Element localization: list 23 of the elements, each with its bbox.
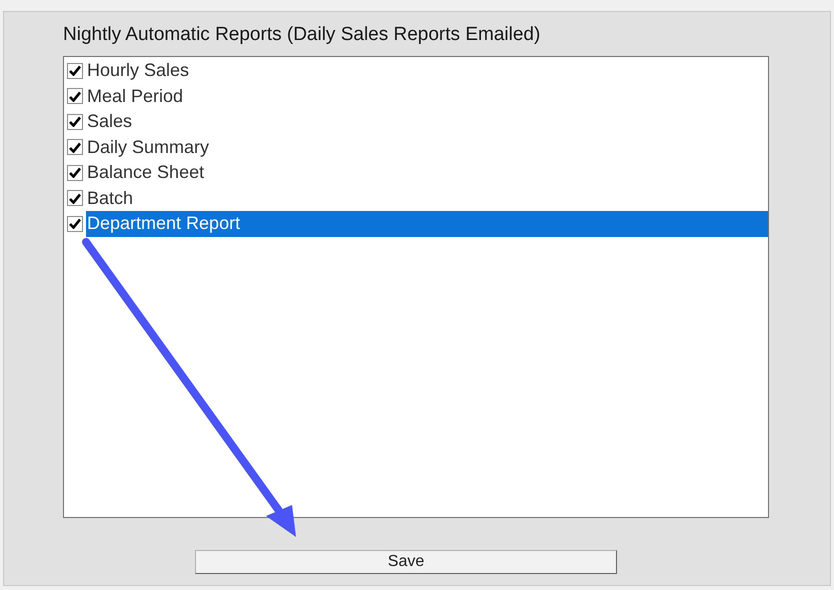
report-checkbox[interactable] [67,164,83,181]
report-item[interactable]: Sales [86,109,768,134]
report-item[interactable]: Daily Summary [86,134,768,160]
report-item[interactable]: Hourly Sales [86,58,768,84]
report-item[interactable]: Meal Period [86,84,768,109]
save-button[interactable]: Save [195,550,617,574]
checkmark-icon [69,218,81,230]
checkmark-icon [69,167,81,178]
report-checkbox[interactable] [67,114,83,130]
checkmark-icon [69,90,81,102]
checkmark-icon [69,65,81,76]
checkmark-icon [69,142,81,153]
report-checkbox[interactable] [67,190,83,206]
report-checkbox[interactable] [67,88,83,104]
report-item[interactable]: Batch [86,186,768,211]
report-item[interactable]: Balance Sheet [86,160,768,186]
report-item[interactable]: Department Report [86,211,768,236]
report-checkbox[interactable] [67,62,83,79]
report-checkbox[interactable] [67,139,83,156]
section-title: Nightly Automatic Reports (Daily Sales Reports Emailed) [63,24,542,46]
checkmark-icon [69,116,81,128]
report-checkbox[interactable] [67,216,83,232]
checkmark-icon [69,192,81,204]
